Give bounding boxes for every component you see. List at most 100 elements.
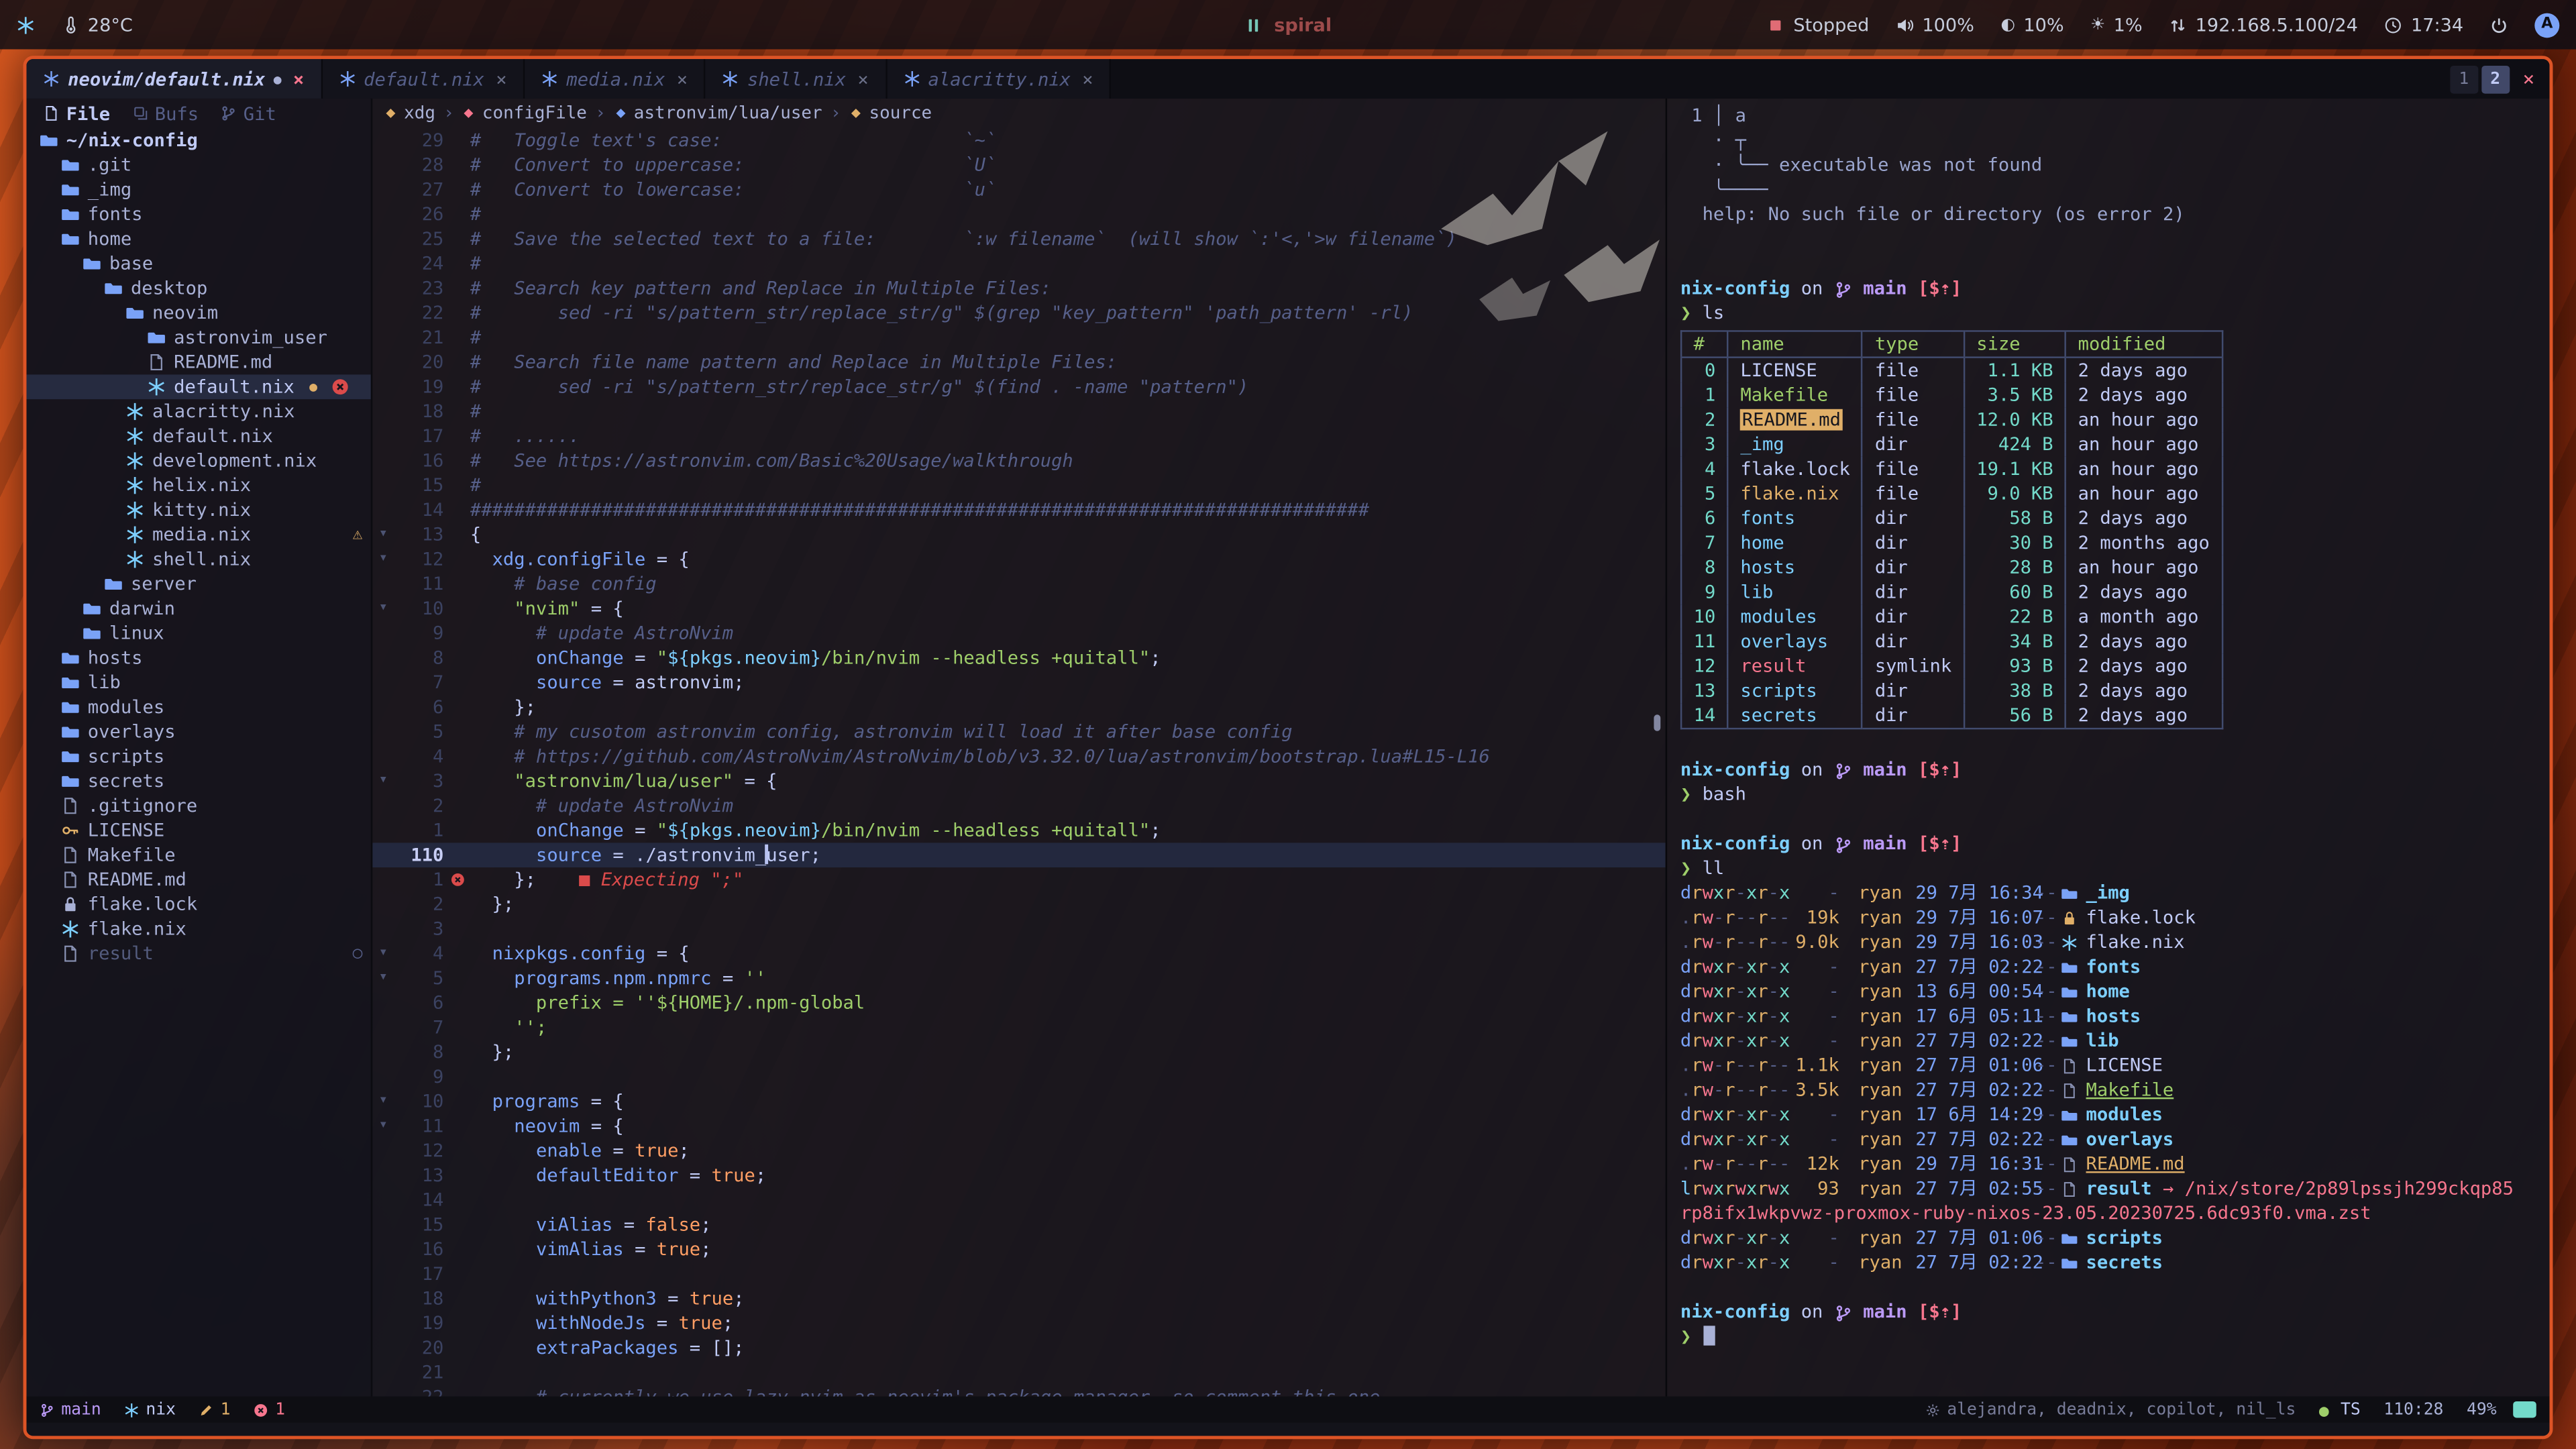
- explorer-tab-bufs[interactable]: Bufs: [131, 103, 199, 124]
- fold-marker[interactable]: [372, 1336, 394, 1360]
- explorer-tab-git[interactable]: Git: [220, 103, 276, 124]
- editor-buffer[interactable]: 29# Toggle text's case: `~`28# Convert t…: [372, 128, 1665, 1397]
- tree-item[interactable]: README.md: [26, 350, 370, 375]
- breadcrumb-item[interactable]: xdg: [384, 103, 435, 123]
- fold-marker[interactable]: [372, 917, 394, 942]
- fold-marker[interactable]: [372, 744, 394, 769]
- fold-marker[interactable]: [372, 399, 394, 424]
- fold-marker[interactable]: [372, 695, 394, 720]
- close-tab-icon[interactable]: ×: [677, 68, 688, 90]
- tabpage-1[interactable]: 1: [2450, 65, 2478, 93]
- fold-marker[interactable]: ▾: [372, 523, 394, 547]
- tree-item[interactable]: shell.nix: [26, 547, 370, 572]
- fold-marker[interactable]: ▾: [372, 596, 394, 621]
- fold-marker[interactable]: [372, 794, 394, 818]
- close-icon[interactable]: ×: [2522, 67, 2534, 90]
- media-status-widget[interactable]: Stopped: [1767, 14, 1869, 36]
- tree-item[interactable]: overlays: [26, 720, 370, 745]
- close-tab-icon[interactable]: ×: [857, 68, 868, 90]
- temperature-widget[interactable]: 28°C: [61, 14, 133, 36]
- fold-marker[interactable]: [372, 1065, 394, 1089]
- network-widget[interactable]: 192.168.5.100/24: [2169, 14, 2358, 36]
- fold-marker[interactable]: [372, 424, 394, 449]
- fold-marker[interactable]: [372, 473, 394, 498]
- breadcrumb-item[interactable]: astronvim/lua/user: [614, 103, 822, 123]
- tree-item[interactable]: lib: [26, 670, 370, 695]
- fold-marker[interactable]: [372, 720, 394, 745]
- tree-item[interactable]: linux: [26, 621, 370, 646]
- tree-item[interactable]: server: [26, 572, 370, 596]
- tree-item[interactable]: development.nix: [26, 449, 370, 474]
- fold-marker[interactable]: [372, 991, 394, 1016]
- buffer-tab[interactable]: default.nix×: [322, 59, 525, 99]
- fold-marker[interactable]: [372, 1287, 394, 1311]
- tree-item[interactable]: scripts: [26, 744, 370, 769]
- fold-marker[interactable]: [372, 1385, 394, 1396]
- buffer-tab[interactable]: shell.nix×: [706, 59, 887, 99]
- nixos-logo-icon[interactable]: [17, 15, 35, 34]
- fold-marker[interactable]: ▾: [372, 547, 394, 572]
- fold-marker[interactable]: [372, 227, 394, 252]
- tree-item[interactable]: astronvim_user: [26, 325, 370, 350]
- close-tab-icon[interactable]: ×: [1082, 68, 1093, 90]
- explorer-tab-file[interactable]: File: [43, 103, 110, 124]
- tree-item[interactable]: README.md: [26, 867, 370, 892]
- fold-marker[interactable]: [372, 621, 394, 646]
- fold-marker[interactable]: [372, 1138, 394, 1163]
- avatar-widget[interactable]: A: [2534, 12, 2559, 37]
- fold-marker[interactable]: [372, 1188, 394, 1213]
- fold-marker[interactable]: [372, 350, 394, 375]
- fold-marker[interactable]: [372, 325, 394, 350]
- power-widget[interactable]: [2490, 15, 2508, 34]
- tree-item[interactable]: .gitignore: [26, 794, 370, 818]
- fold-marker[interactable]: [372, 301, 394, 325]
- tree-item[interactable]: media.nix⚠: [26, 523, 370, 547]
- tree-item[interactable]: home: [26, 227, 370, 252]
- tree-item[interactable]: helix.nix: [26, 473, 370, 498]
- tree-item[interactable]: modules: [26, 695, 370, 720]
- fold-marker[interactable]: [372, 202, 394, 227]
- tree-item[interactable]: base: [26, 252, 370, 276]
- fold-marker[interactable]: [372, 818, 394, 843]
- fold-marker[interactable]: [372, 1311, 394, 1336]
- buffer-tab[interactable]: alacritty.nix×: [887, 59, 1112, 99]
- fold-marker[interactable]: [372, 670, 394, 695]
- fold-marker[interactable]: [372, 153, 394, 178]
- tree-item[interactable]: darwin: [26, 596, 370, 621]
- breadcrumb-item[interactable]: configFile: [462, 103, 587, 123]
- disk-widget[interactable]: ◐10%: [2000, 14, 2063, 36]
- tabpage-2[interactable]: 2: [2481, 65, 2510, 93]
- tree-item[interactable]: _img: [26, 177, 370, 202]
- fold-marker[interactable]: [372, 276, 394, 301]
- fold-marker[interactable]: ▾: [372, 1114, 394, 1138]
- close-tab-icon[interactable]: ×: [293, 68, 304, 90]
- buffer-tab[interactable]: neovim/default.nix●×: [26, 59, 322, 99]
- fold-marker[interactable]: [372, 867, 394, 892]
- fold-marker[interactable]: ▾: [372, 966, 394, 991]
- close-tab-icon[interactable]: ×: [496, 68, 506, 90]
- user-avatar[interactable]: A: [2534, 12, 2559, 37]
- fold-marker[interactable]: ▾: [372, 941, 394, 966]
- fold-marker[interactable]: [372, 498, 394, 523]
- fold-marker[interactable]: [372, 572, 394, 596]
- fold-marker[interactable]: [372, 1163, 394, 1188]
- tree-item[interactable]: result○: [26, 941, 370, 966]
- buffer-tab[interactable]: media.nix×: [525, 59, 706, 99]
- tree-item[interactable]: secrets: [26, 769, 370, 794]
- fold-marker[interactable]: [372, 1040, 394, 1065]
- brightness-widget[interactable]: ☀1%: [2090, 14, 2143, 36]
- fold-marker[interactable]: [372, 1015, 394, 1040]
- fold-marker[interactable]: [372, 449, 394, 474]
- tree-item[interactable]: flake.nix: [26, 917, 370, 942]
- tree-item[interactable]: .git: [26, 153, 370, 178]
- tree-item[interactable]: alacritty.nix: [26, 399, 370, 424]
- terminal-pane[interactable]: 1 │ a · ┬ · ╰── executable was not found…: [1666, 99, 2550, 1397]
- tree-item[interactable]: ~/nix-config: [26, 128, 370, 153]
- fold-marker[interactable]: [372, 1237, 394, 1262]
- fold-marker[interactable]: [372, 177, 394, 202]
- tree-item[interactable]: Makefile: [26, 843, 370, 867]
- tree-item[interactable]: LICENSE: [26, 818, 370, 843]
- scrollbar-indicator[interactable]: [1654, 714, 1660, 731]
- fold-marker[interactable]: [372, 374, 394, 399]
- fold-marker[interactable]: [372, 1262, 394, 1287]
